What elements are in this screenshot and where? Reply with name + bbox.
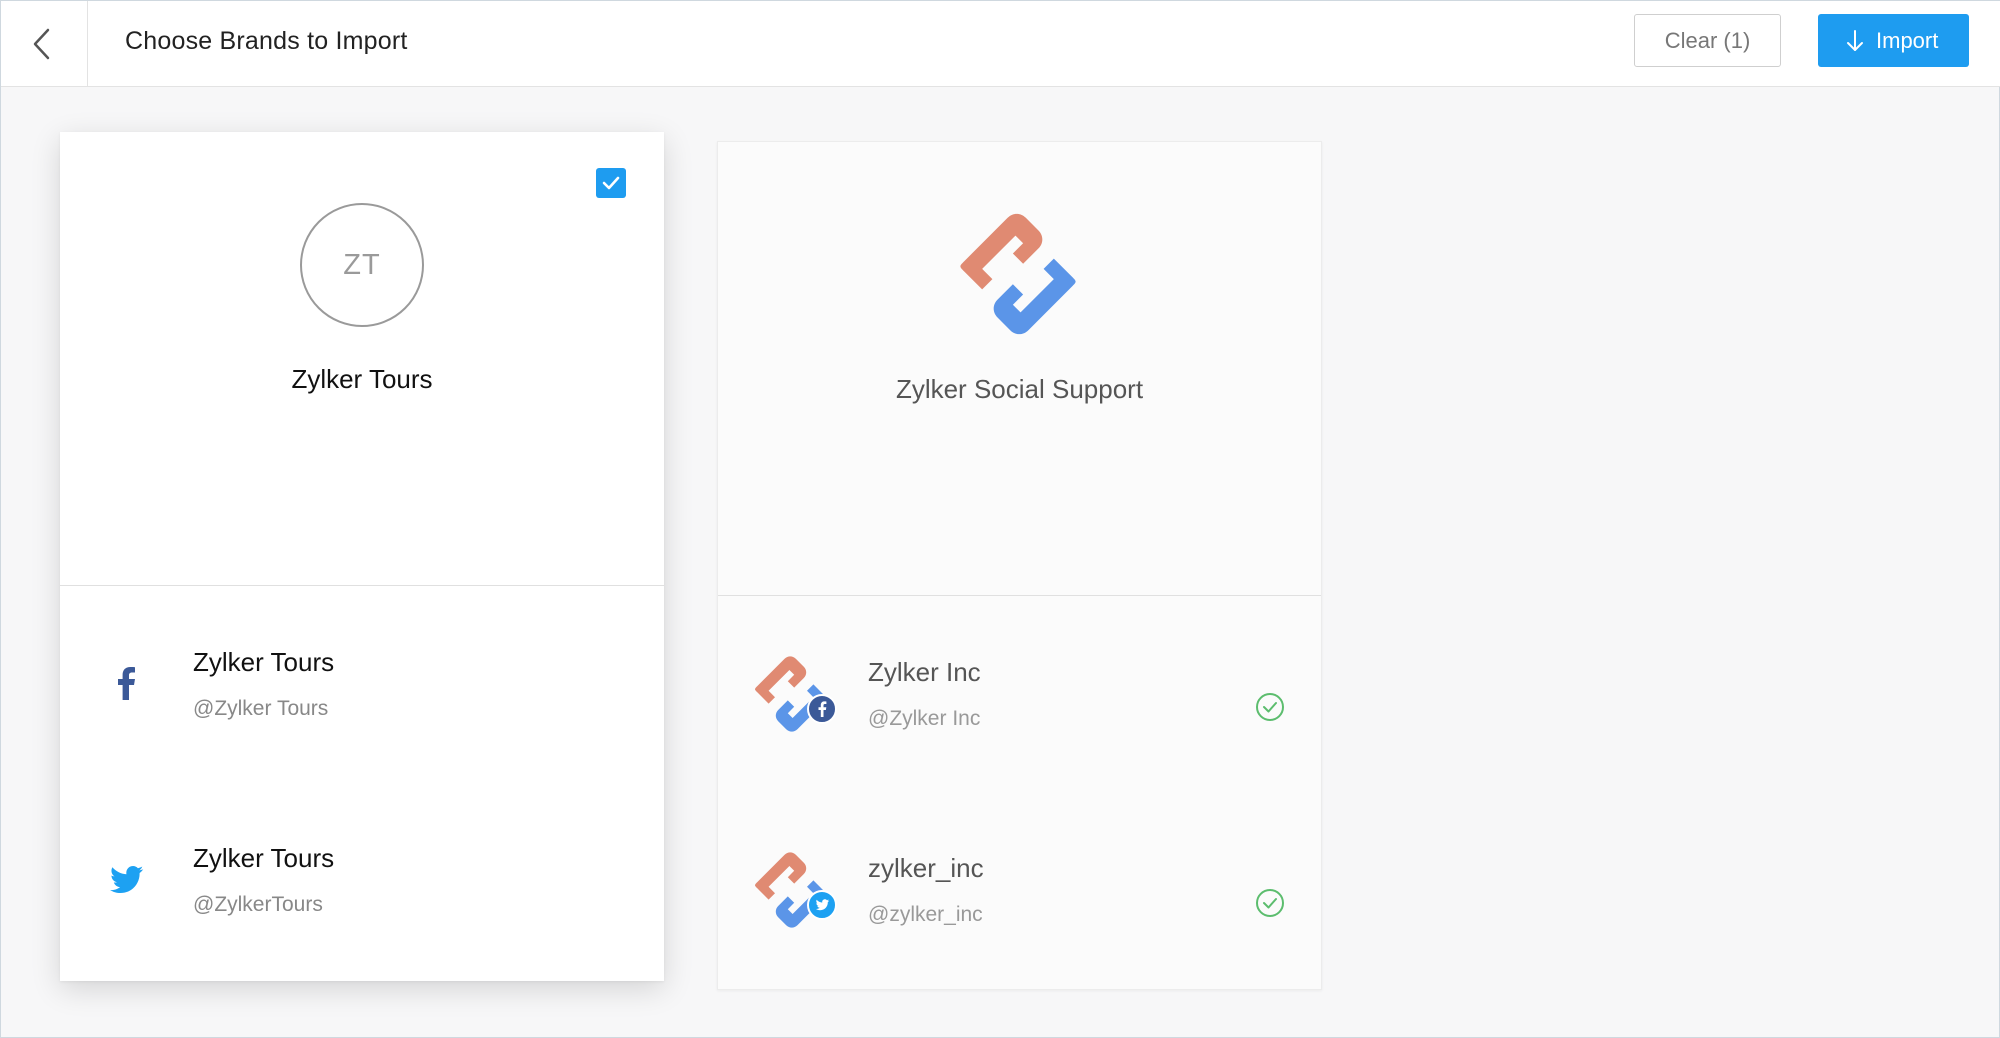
- brand-card-zylker-social-support[interactable]: Zylker Social Support Zylker Inc @Zylker…: [717, 141, 1322, 990]
- brand-name: Zylker Tours: [291, 364, 433, 394]
- account-handle: @Zylker Inc: [868, 707, 981, 730]
- twitter-icon: [110, 866, 144, 894]
- brand-avatar: ZT: [300, 203, 424, 327]
- check-circle-icon: [1256, 889, 1284, 917]
- account-item-twitter: zylker_inc @zylker_inc: [718, 808, 1321, 928]
- account-item-facebook: Zylker Inc @Zylker Inc: [718, 612, 1321, 732]
- page-title: Choose Brands to Import: [125, 27, 408, 55]
- brand-name: Zylker Social Support: [895, 374, 1144, 404]
- brand-card-zylker-tours[interactable]: ZT Zylker Tours Zylker Tours @Zylker Tou…: [60, 132, 664, 981]
- card-divider: [718, 595, 1321, 596]
- check-circle-icon: [1256, 693, 1284, 721]
- check-icon: [602, 176, 620, 190]
- account-avatar: [751, 654, 841, 744]
- twitter-icon: [807, 890, 837, 920]
- account-handle: @Zylker Tours: [193, 697, 329, 720]
- clear-button[interactable]: Clear (1): [1634, 14, 1781, 67]
- brand-logo-icon: [960, 213, 1076, 335]
- import-button-label: Import: [1876, 28, 1939, 53]
- account-handle: @zylker_inc: [868, 903, 983, 926]
- back-button[interactable]: [1, 1, 88, 87]
- brand-select-checkbox[interactable]: [596, 168, 626, 198]
- facebook-icon: [118, 667, 135, 700]
- account-item-twitter: Zylker Tours @ZylkerTours: [60, 798, 664, 918]
- account-handle: @ZylkerTours: [193, 893, 323, 916]
- chevron-left-icon: [33, 28, 50, 60]
- account-name: Zylker Inc: [868, 657, 981, 687]
- account-name: Zylker Tours: [193, 647, 335, 677]
- facebook-icon: [807, 694, 837, 724]
- account-item-facebook: Zylker Tours @Zylker Tours: [60, 602, 664, 722]
- arrow-down-icon: [1847, 30, 1863, 51]
- account-name: zylker_inc: [868, 853, 984, 883]
- import-button[interactable]: Import: [1818, 14, 1969, 67]
- header-bar: Choose Brands to Import Clear (1) Import: [1, 1, 2000, 87]
- card-divider: [60, 585, 664, 586]
- account-name: Zylker Tours: [193, 843, 335, 873]
- app-window: Choose Brands to Import Clear (1) Import…: [0, 0, 2000, 1038]
- account-avatar: [751, 850, 841, 940]
